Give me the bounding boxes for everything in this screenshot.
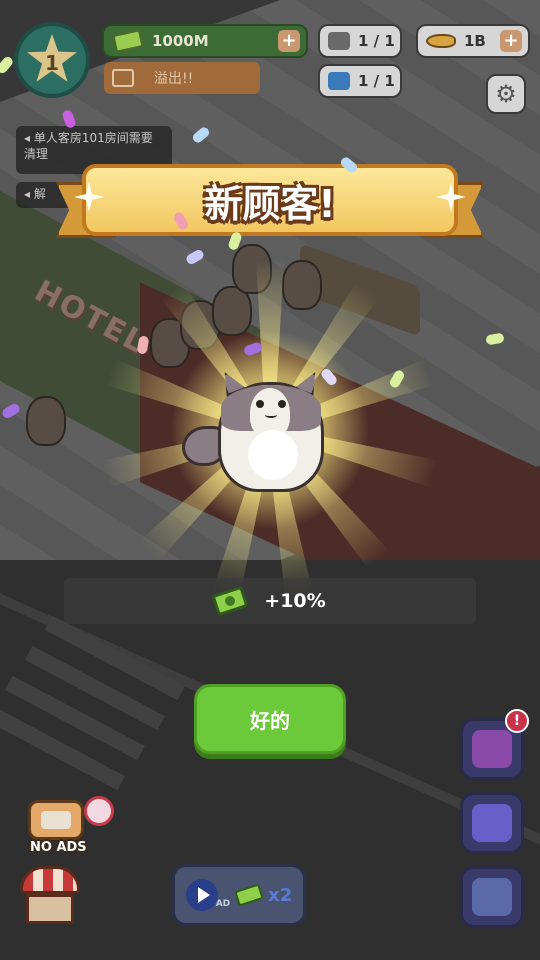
tv-icon (28, 800, 84, 840)
fish-icon (426, 34, 456, 48)
fish-value: 1B (464, 32, 486, 50)
shop-icon (20, 866, 80, 894)
hammer-icon (328, 32, 350, 50)
ad-label: AD (215, 899, 231, 909)
supply-counter: 1 / 1 (318, 64, 402, 98)
speaker-icon: ◂ (24, 187, 34, 201)
wrench-icon (472, 878, 512, 916)
cash-icon (211, 585, 249, 617)
settings-button[interactable]: ⚙ (486, 74, 526, 114)
no-ads-icon (84, 796, 114, 826)
ink-icon (328, 72, 350, 90)
staff-counter: 1 / 1 (318, 24, 402, 58)
cash-icon (234, 883, 264, 907)
notice-text: 解 (33, 187, 46, 201)
popup-title: 新顾客! (204, 181, 336, 226)
ok-button[interactable]: 好的 (194, 684, 346, 754)
tasks-button[interactable]: ! (460, 709, 529, 780)
add-money-button[interactable]: + (278, 30, 300, 52)
fish-counter: 1B + (416, 24, 530, 58)
speaker-icon: ◂ (24, 131, 34, 145)
staff-value: 1 / 1 (358, 32, 395, 50)
supply-value: 1 / 1 (358, 72, 395, 90)
new-customer-cat (182, 370, 330, 492)
ad-double-income-button[interactable]: AD x2 (172, 864, 306, 926)
build-button[interactable] (460, 866, 524, 928)
overflow-warning[interactable]: 溢出!! (104, 62, 260, 94)
overflow-label: 溢出!! (154, 71, 194, 87)
reward-value: +10% (264, 590, 326, 612)
money-counter: 1000M + (102, 24, 308, 58)
tasks-alert-badge: ! (505, 709, 529, 733)
money-value: 1000M (152, 32, 209, 50)
chart-icon (112, 69, 134, 87)
player-level-badge[interactable]: 1 (14, 22, 90, 98)
cat-face-icon (472, 804, 512, 842)
ad-multiplier: x2 (268, 884, 293, 906)
no-ads-label: NO ADS (30, 840, 87, 855)
reward-bar: +10% (64, 578, 476, 624)
new-customer-banner: 新顾客! (56, 160, 484, 248)
notice-text: 单人客房101房间需要清理 (24, 131, 153, 161)
gear-icon: ⚙ (495, 80, 517, 108)
cats-button[interactable] (460, 792, 524, 854)
play-icon (185, 879, 218, 911)
tasks-icon (472, 730, 512, 768)
no-ads-button[interactable]: NO ADS (20, 796, 120, 860)
add-fish-button[interactable]: + (500, 30, 522, 52)
cash-icon (112, 29, 144, 53)
star-level-icon: 1 (27, 34, 77, 82)
shop-button[interactable] (20, 866, 80, 928)
